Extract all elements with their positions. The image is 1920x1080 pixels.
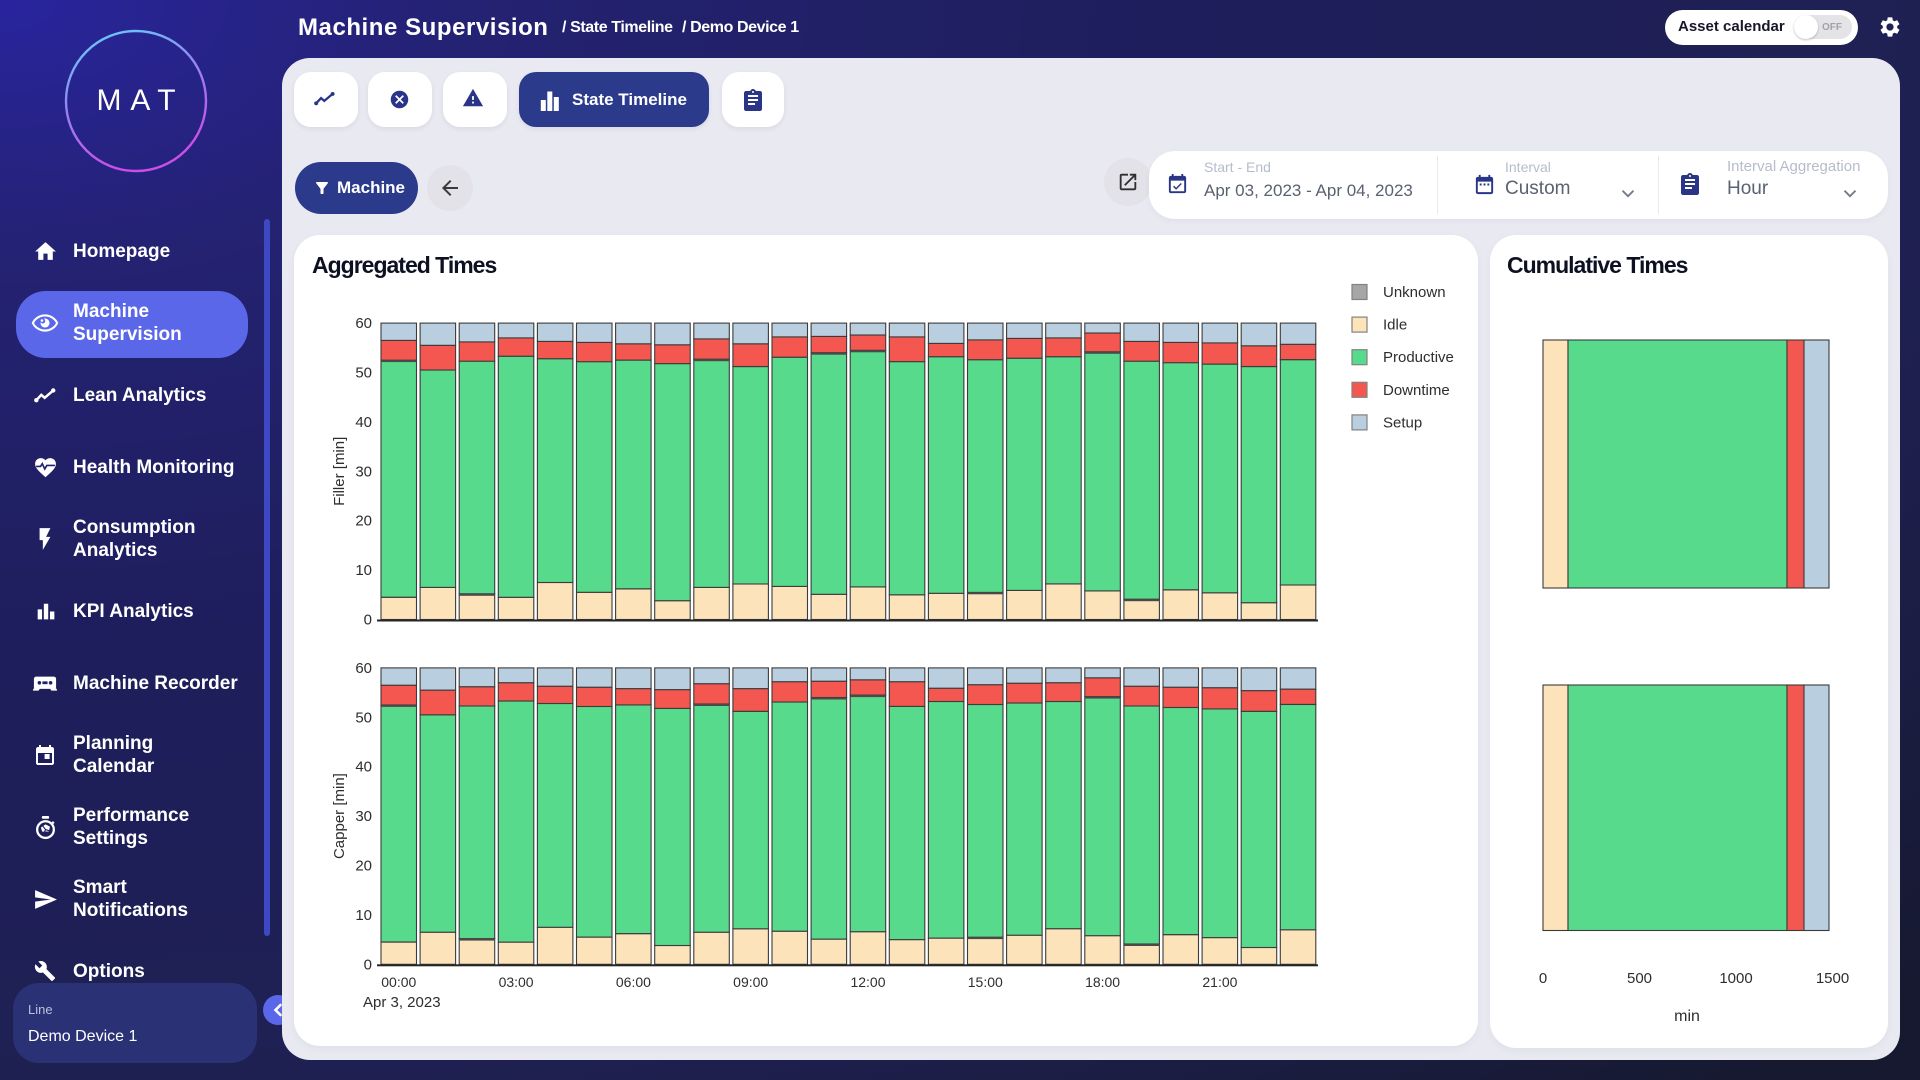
svg-text:10: 10 (355, 562, 372, 579)
svg-text:500: 500 (1627, 970, 1652, 987)
svg-text:12:00: 12:00 (850, 974, 885, 990)
svg-text:Setup: Setup (1383, 414, 1422, 431)
svg-text:60: 60 (355, 660, 372, 677)
svg-text:20: 20 (355, 858, 372, 875)
svg-text:Downtime: Downtime (1383, 382, 1450, 399)
svg-text:15:00: 15:00 (968, 974, 1003, 990)
svg-text:00:00: 00:00 (381, 974, 416, 990)
svg-text:20: 20 (355, 513, 372, 530)
svg-text:30: 30 (355, 808, 372, 825)
svg-text:Filler [min]: Filler [min] (331, 437, 348, 506)
svg-text:1000: 1000 (1719, 970, 1752, 987)
svg-text:21:00: 21:00 (1202, 974, 1237, 990)
svg-text:Unknown: Unknown (1383, 284, 1446, 301)
svg-text:40: 40 (355, 414, 372, 431)
svg-text:09:00: 09:00 (733, 974, 768, 990)
svg-text:18:00: 18:00 (1085, 974, 1120, 990)
svg-text:50: 50 (355, 709, 372, 726)
svg-text:50: 50 (355, 365, 372, 382)
svg-text:03:00: 03:00 (499, 974, 534, 990)
svg-text:0: 0 (364, 612, 372, 629)
svg-text:Idle: Idle (1383, 317, 1407, 334)
svg-text:1500: 1500 (1816, 970, 1849, 987)
svg-text:Productive: Productive (1383, 349, 1454, 366)
svg-text:60: 60 (355, 315, 372, 332)
svg-text:Apr 3, 2023: Apr 3, 2023 (363, 994, 441, 1011)
svg-text:0: 0 (364, 956, 372, 973)
svg-text:06:00: 06:00 (616, 974, 651, 990)
svg-text:40: 40 (355, 759, 372, 776)
svg-text:Capper [min]: Capper [min] (331, 773, 348, 859)
svg-text:30: 30 (355, 463, 372, 480)
svg-text:0: 0 (1539, 970, 1547, 987)
svg-text:10: 10 (355, 907, 372, 924)
svg-text:min: min (1674, 1008, 1700, 1025)
